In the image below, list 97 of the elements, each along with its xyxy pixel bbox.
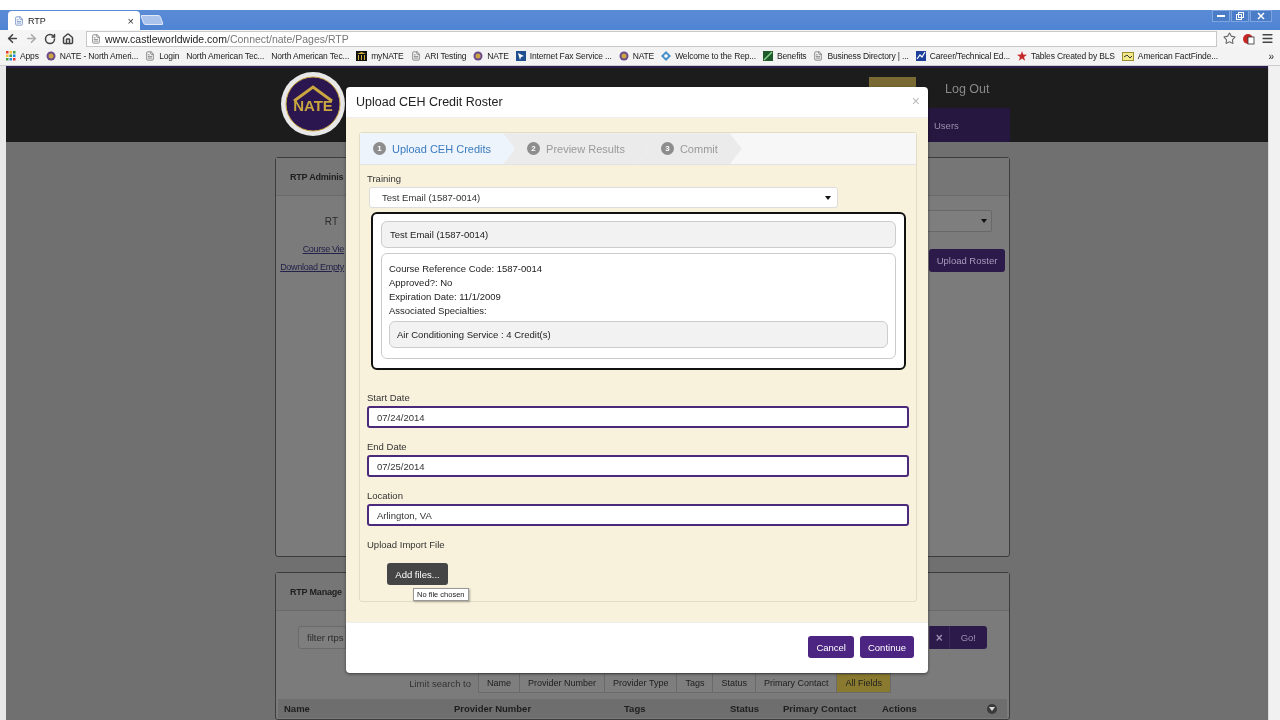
bookmark-link[interactable]: American FactFinde... — [1137, 51, 1218, 61]
diamond-icon — [661, 51, 672, 61]
field-label: Upload Import File — [367, 539, 446, 551]
bookmark-link[interactable]: Apps — [20, 51, 39, 61]
limit-label: Limit search to — [409, 677, 471, 689]
leaf-icon — [762, 51, 773, 61]
page-icon — [410, 51, 421, 61]
seal-icon — [473, 51, 484, 61]
page-icon — [813, 51, 824, 61]
seal-icon — [45, 51, 56, 61]
column-header: Primary Contact — [783, 703, 858, 714]
apps-grid-icon — [6, 51, 16, 61]
detail-text: Expiration Date: 11/1/2009 — [389, 290, 502, 304]
bookmark-star-icon[interactable] — [1223, 32, 1236, 45]
bookmark-link[interactable]: Welcome to the Rep... — [675, 51, 756, 61]
detail-text: Course Reference Code: 1587-0014 — [389, 262, 544, 276]
page-icon — [14, 15, 24, 26]
address-bar[interactable]: www.castleworldwide.com/Connect/nate/Pages/RTP — [86, 30, 1217, 47]
close-icon — [1257, 12, 1265, 20]
clear-button[interactable]: × — [928, 626, 949, 649]
bookmark-link[interactable]: Business Directory | ... — [827, 51, 909, 61]
go-button[interactable]: Go! — [948, 626, 987, 649]
menu-icon[interactable] — [1261, 32, 1274, 45]
text-field[interactable]: 07/24/2014 — [367, 406, 909, 429]
more-bookmarks[interactable]: » — [1268, 50, 1274, 62]
minimize-icon — [1217, 15, 1225, 17]
column-header: Actions — [882, 703, 918, 714]
close-icon[interactable]: × — [127, 14, 134, 27]
column-header: Status — [730, 703, 761, 714]
logo: NATE — [280, 71, 346, 137]
cancel-button[interactable]: Cancel — [808, 636, 854, 659]
new-tab-button[interactable] — [140, 15, 164, 25]
reload-icon[interactable] — [44, 32, 56, 45]
bookmark-link[interactable]: Career/Technical Ed... — [929, 51, 1011, 61]
filter-tab[interactable]: Name — [478, 673, 520, 693]
specialty-item: Air Conditioning Service : 4 Credit(s) — [389, 321, 888, 349]
dropdown-arrow-icon — [825, 195, 831, 200]
field-label: Location — [367, 490, 404, 502]
card-icon — [1121, 51, 1134, 61]
details-title: Test Email (1587-0014) — [381, 221, 896, 249]
bookmark-link[interactable]: North American Tec... — [186, 51, 265, 61]
caret-icon[interactable] — [987, 703, 997, 714]
building-icon — [356, 51, 368, 61]
page-icon — [91, 33, 101, 44]
filter-tab[interactable]: All Fields — [836, 673, 891, 693]
cursor-icon — [515, 51, 526, 61]
dropdown-arrow-icon — [981, 219, 987, 223]
column-header: Tags — [624, 703, 647, 714]
bookmark-link[interactable]: Internet Fax Service ... — [529, 51, 612, 61]
detail-text: Associated Specialties: — [389, 304, 488, 318]
add-files-button[interactable]: Add files... — [387, 563, 448, 586]
upload-roster-button[interactable]: Upload Roster — [929, 249, 1005, 272]
column-header: Name — [284, 703, 311, 714]
text-field[interactable]: 07/25/2014 — [367, 455, 909, 478]
bookmark-link[interactable]: ARI Testing — [424, 51, 467, 61]
page-icon — [145, 51, 156, 61]
url-text: www.castleworldwide.com/Connect/nate/Pages/RTP — [105, 32, 349, 45]
bookmark-link[interactable]: NATE — [632, 51, 655, 61]
continue-button[interactable]: Continue — [859, 636, 914, 659]
back-icon[interactable] — [6, 32, 19, 45]
field-label: RT — [324, 215, 339, 227]
extension-icon[interactable] — [1242, 32, 1255, 45]
field-label: Training — [367, 173, 402, 185]
filter-tab[interactable]: Tags — [676, 673, 714, 693]
seal-icon — [618, 51, 629, 61]
close-button[interactable] — [1250, 10, 1272, 22]
bookmark-link[interactable]: Benefits — [776, 51, 807, 61]
bookmark-link[interactable]: Login — [159, 51, 180, 61]
filter-tab[interactable]: Primary Contact — [754, 673, 838, 693]
minimize-button[interactable] — [1212, 10, 1230, 22]
text-field[interactable]: Arlington, VA — [367, 504, 909, 527]
field-label: End Date — [367, 441, 408, 453]
bookmark-link[interactable]: North American Tec... — [271, 51, 350, 61]
dialog-title: Upload CEH Credit Roster — [356, 95, 503, 110]
bookmark-link[interactable]: NATE — [487, 51, 509, 61]
wizard-step[interactable]: 1 Upload CEH Credits — [360, 133, 516, 165]
column-header: Provider Number — [454, 703, 533, 714]
star-icon — [1017, 51, 1028, 61]
filter-tab[interactable]: Status — [712, 673, 756, 693]
bookmark-link[interactable]: Tables Created by BLS — [1031, 51, 1115, 61]
home-icon[interactable] — [62, 32, 74, 45]
link[interactable]: Download Empty — [280, 262, 344, 272]
log-out-link[interactable]: Log Out — [945, 81, 990, 96]
bookmark-link[interactable]: myNATE — [371, 51, 404, 61]
detail-text: Approved?: No — [389, 276, 454, 290]
bookmark-link[interactable]: NATE - North Ameri... — [59, 51, 139, 61]
restore-button[interactable] — [1231, 10, 1249, 22]
field-label: Start Date — [367, 392, 411, 404]
training-select[interactable]: Test Email (1587-0014) — [369, 187, 838, 209]
browser-tab[interactable]: RTP × — [8, 11, 140, 30]
restore-icon — [1236, 12, 1244, 20]
chart-icon — [915, 51, 926, 61]
filter-tab[interactable]: Provider Number — [519, 673, 606, 693]
link[interactable]: Course Vie — [302, 244, 344, 254]
filter-field[interactable]: filter rtps — [298, 626, 346, 649]
filter-tab[interactable]: Provider Type — [604, 673, 678, 693]
tab-title: RTP — [28, 15, 47, 26]
